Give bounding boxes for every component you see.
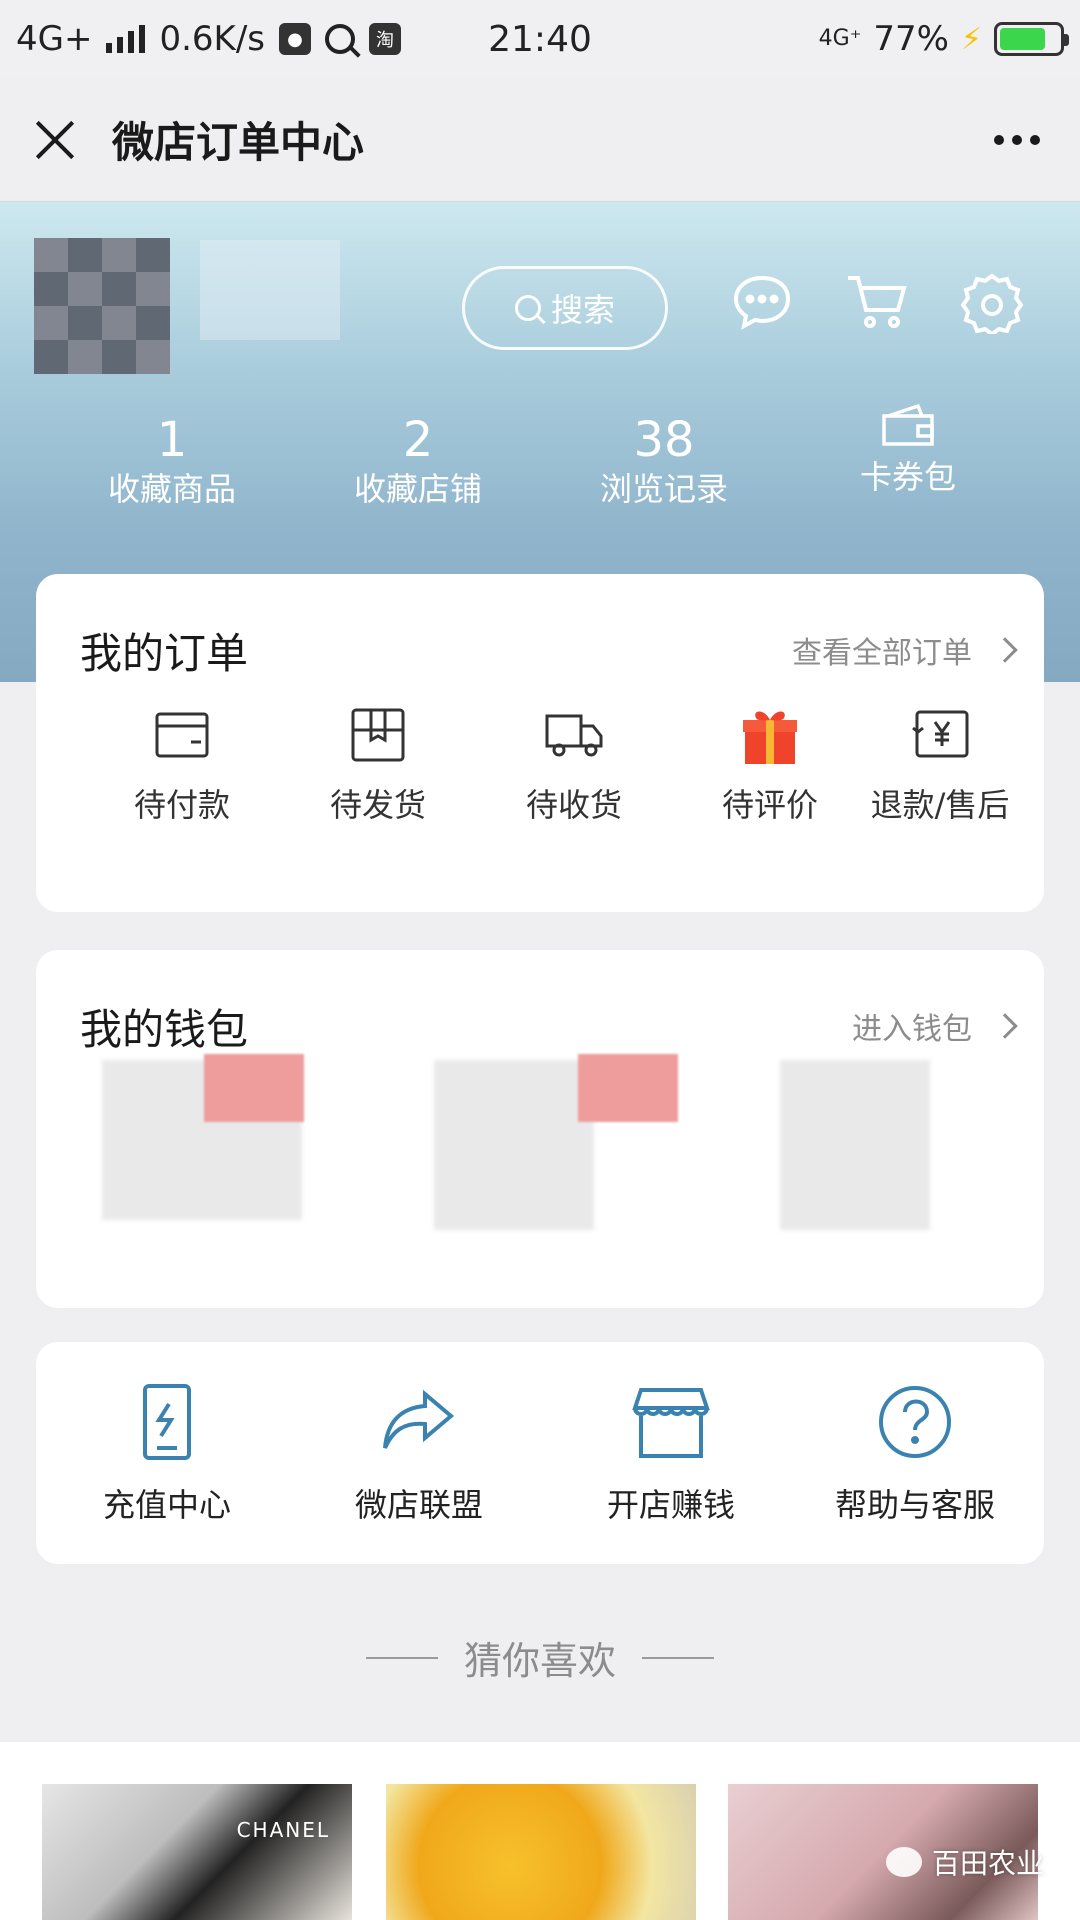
recommend-heading-text: 猜你喜欢 bbox=[463, 1639, 616, 1683]
order-pending-receipt[interactable]: 待收货 bbox=[476, 704, 672, 826]
wallet-points-blurred[interactable] bbox=[780, 1060, 930, 1230]
stat-value: 2 bbox=[402, 412, 434, 468]
product-brand-text: CHANEL bbox=[236, 1818, 330, 1842]
wallet-icon bbox=[882, 403, 934, 446]
order-pending-review[interactable]: 待评价 bbox=[672, 704, 868, 826]
wallet-title: 我的钱包 bbox=[80, 1005, 249, 1054]
wallet-badge-blurred bbox=[578, 1054, 678, 1122]
orders-card: 我的订单 查看全部订单 待付款 待发货 待收货 待评价 退款/售后 bbox=[36, 574, 1044, 912]
service-label: 微店联盟 bbox=[354, 1486, 483, 1524]
stat-history[interactable]: 38 浏览记录 bbox=[554, 412, 774, 510]
service-recharge[interactable]: 充值中心 bbox=[42, 1382, 292, 1526]
wallet-coupons-blurred[interactable] bbox=[434, 1060, 594, 1230]
watermark: 百田农业 bbox=[885, 1842, 1044, 1882]
charging-icon: ⚡ bbox=[960, 21, 982, 57]
chevron-right-icon bbox=[992, 1013, 1018, 1039]
stat-fav-goods[interactable]: 1 收藏商品 bbox=[62, 412, 282, 510]
stat-label: 收藏店铺 bbox=[353, 470, 482, 508]
signal-icon bbox=[106, 25, 146, 53]
message-icon[interactable] bbox=[730, 270, 794, 334]
order-pending-shipment[interactable]: 待发货 bbox=[280, 704, 476, 826]
stat-label: 浏览记录 bbox=[599, 470, 728, 508]
share-icon bbox=[383, 1389, 455, 1449]
settings-gear-icon[interactable] bbox=[960, 270, 1024, 337]
battery-icon bbox=[994, 22, 1069, 56]
status-right: 4G⁺ 77% ⚡ bbox=[818, 19, 1069, 59]
order-status-row: 待付款 待发货 待收货 待评价 退款/售后 bbox=[36, 704, 1044, 844]
enter-wallet-link[interactable]: 进入钱包 bbox=[852, 1004, 1018, 1048]
stat-label: 卡券包 bbox=[859, 458, 956, 496]
order-label: 待评价 bbox=[721, 786, 818, 824]
service-label: 充值中心 bbox=[102, 1486, 231, 1524]
stat-fav-shops[interactable]: 2 收藏店铺 bbox=[308, 412, 528, 510]
battery-percent: 77% bbox=[873, 19, 949, 59]
recharge-icon bbox=[143, 1384, 191, 1460]
view-all-orders-label: 查看全部订单 bbox=[792, 636, 972, 671]
close-icon[interactable] bbox=[30, 115, 80, 165]
recommend-heading: 猜你喜欢 bbox=[0, 1630, 1080, 1685]
order-label: 待发货 bbox=[329, 786, 426, 824]
order-label: 待付款 bbox=[133, 786, 230, 824]
order-pending-payment[interactable]: 待付款 bbox=[84, 704, 280, 826]
view-all-orders-link[interactable]: 查看全部订单 bbox=[792, 628, 1018, 672]
stat-value: 1 bbox=[156, 412, 188, 468]
refund-icon bbox=[912, 710, 969, 758]
status-left: 4G+ 0.6K/s ● 淘 bbox=[16, 19, 446, 59]
search-icon bbox=[514, 295, 541, 321]
stat-label: 收藏商品 bbox=[107, 470, 236, 508]
order-label: 退款/售后 bbox=[870, 786, 1010, 824]
search-notification-icon bbox=[325, 24, 356, 54]
box-icon bbox=[351, 708, 405, 762]
divider-line bbox=[365, 1656, 438, 1659]
order-refund-aftersale[interactable]: 退款/售后 bbox=[850, 704, 1030, 826]
enter-wallet-label: 进入钱包 bbox=[852, 1012, 972, 1047]
network-4g-icon: 4G⁺ bbox=[818, 26, 862, 51]
status-bar: 4G+ 0.6K/s ● 淘 21:40 4G⁺ 77% ⚡ bbox=[0, 0, 1080, 78]
divider-line bbox=[642, 1656, 714, 1659]
store-icon bbox=[632, 1388, 710, 1458]
card-icon bbox=[155, 712, 209, 758]
services-card: 充值中心 微店联盟 开店赚钱 帮助与客服 bbox=[36, 1342, 1044, 1564]
chevron-right-icon bbox=[992, 637, 1018, 663]
battery-fill bbox=[1000, 28, 1045, 50]
stat-coupons[interactable]: 卡券包 bbox=[798, 398, 1018, 498]
notification-app-icon: ● bbox=[279, 23, 312, 55]
wechat-logo-icon bbox=[885, 1847, 922, 1877]
help-icon bbox=[879, 1386, 951, 1458]
wallet-card: 我的钱包 进入钱包 bbox=[36, 950, 1044, 1308]
truck-icon bbox=[545, 714, 603, 757]
service-label: 帮助与客服 bbox=[834, 1486, 995, 1524]
gift-icon bbox=[743, 711, 797, 764]
profile-stats: 1 收藏商品 2 收藏店铺 38 浏览记录 卡券包 bbox=[0, 403, 1080, 522]
orders-title: 我的订单 bbox=[80, 629, 249, 678]
service-open-store[interactable]: 开店赚钱 bbox=[546, 1382, 796, 1526]
more-options-icon[interactable] bbox=[984, 125, 1050, 155]
stat-value: 38 bbox=[633, 412, 695, 468]
title-bar: 微店订单中心 bbox=[0, 78, 1080, 202]
network-type: 4G+ bbox=[16, 19, 93, 59]
product-thumbnail-mango[interactable] bbox=[386, 1784, 696, 1920]
page-title: 微店订单中心 bbox=[112, 118, 365, 167]
search-label: 搜索 bbox=[550, 291, 615, 329]
wallet-badge-blurred bbox=[204, 1054, 304, 1122]
search-button[interactable]: 搜索 bbox=[462, 266, 668, 350]
username-blurred bbox=[200, 240, 340, 340]
cart-icon[interactable] bbox=[844, 270, 908, 334]
service-label: 开店赚钱 bbox=[606, 1486, 735, 1524]
avatar[interactable] bbox=[34, 238, 170, 374]
taobao-notification-icon: 淘 bbox=[369, 23, 402, 55]
service-alliance[interactable]: 微店联盟 bbox=[294, 1382, 544, 1526]
network-speed: 0.6K/s bbox=[159, 19, 266, 59]
product-thumbnail-bag[interactable]: CHANEL bbox=[42, 1784, 352, 1920]
order-label: 待收货 bbox=[525, 786, 622, 824]
watermark-text: 百田农业 bbox=[931, 1847, 1044, 1880]
service-help[interactable]: 帮助与客服 bbox=[790, 1382, 1040, 1526]
